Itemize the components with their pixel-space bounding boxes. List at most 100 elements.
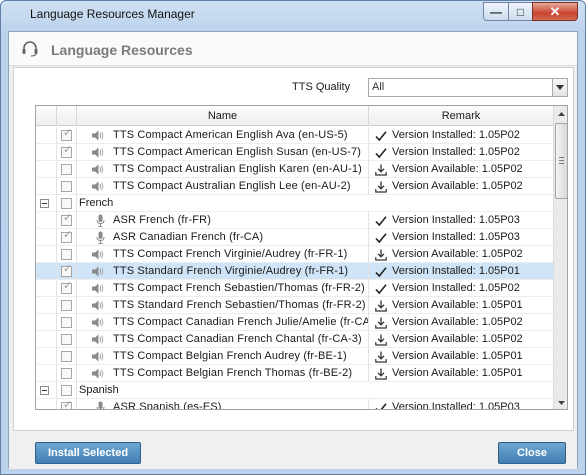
row-checkbox[interactable]: ✓ — [61, 230, 72, 243]
resource-name: TTS Compact French Virginie/Audrey (fr-F… — [113, 248, 348, 260]
row-checkbox[interactable] — [61, 181, 72, 192]
table-row[interactable]: TTS Compact Canadian French Chantal (fr-… — [36, 331, 553, 348]
checkbox-cell[interactable]: ✓ — [57, 263, 77, 280]
table-row[interactable]: TTS Compact Australian English Lee (en-A… — [36, 178, 553, 195]
minimize-button[interactable]: — — [483, 2, 509, 21]
row-checkbox[interactable]: ✓ — [61, 128, 72, 141]
checkbox-cell[interactable]: ✓ — [57, 127, 77, 144]
remark-cell: Version Installed: 1.05P03 — [369, 399, 553, 409]
group-name: Spanish — [79, 384, 119, 396]
vertical-scrollbar[interactable] — [553, 106, 567, 409]
speaker-icon — [91, 367, 105, 380]
tts-quality-select[interactable]: All — [368, 78, 568, 97]
checkbox-cell[interactable]: ✓ — [57, 144, 77, 161]
name-cell: TTS Compact Australian English Karen (en… — [77, 161, 369, 178]
expander-cell[interactable] — [36, 195, 57, 212]
scroll-up-icon[interactable] — [554, 106, 567, 122]
checkbox-cell[interactable] — [57, 331, 77, 348]
table-row[interactable]: TTS Compact Canadian French Julie/Amelie… — [36, 314, 553, 331]
resource-name: TTS Standard French Virginie/Audrey (fr-… — [113, 265, 349, 277]
speaker-icon — [91, 316, 105, 329]
checkbox-cell[interactable]: ✓ — [57, 229, 77, 246]
checkbox-cell[interactable]: ✓ — [57, 399, 77, 410]
remark-text: Version Available: 1.05P02 — [392, 333, 523, 345]
row-checkbox[interactable] — [61, 351, 72, 362]
row-checkbox[interactable]: ✓ — [61, 213, 72, 226]
checkbox-cell[interactable] — [57, 195, 77, 212]
close-button[interactable]: Close — [498, 442, 566, 464]
remark-text: Version Available: 1.05P01 — [392, 350, 523, 362]
row-checkbox[interactable] — [61, 334, 72, 345]
download-icon — [375, 300, 387, 312]
checkbox-cell[interactable] — [57, 161, 77, 178]
table-row[interactable]: TTS Compact Australian English Karen (en… — [36, 161, 553, 178]
row-checkbox[interactable] — [61, 164, 72, 175]
scrollbar-thumb[interactable] — [555, 123, 567, 199]
table-row[interactable]: TTS Compact French Virginie/Audrey (fr-F… — [36, 246, 553, 263]
tts-quality-label: TTS Quality — [292, 81, 351, 93]
install-selected-button[interactable]: Install Selected — [35, 442, 141, 464]
row-checkbox[interactable]: ✓ — [61, 264, 72, 277]
scroll-down-icon[interactable] — [554, 395, 567, 409]
checkbox-cell[interactable] — [57, 365, 77, 382]
row-checkbox[interactable] — [61, 300, 72, 311]
speaker-icon — [91, 180, 105, 193]
checkbox-cell[interactable] — [57, 297, 77, 314]
checkbox-cell[interactable] — [57, 382, 77, 399]
expander-cell — [36, 144, 57, 161]
table-row[interactable]: TTS Compact Belgian French Thomas (fr-BE… — [36, 365, 553, 382]
group-row[interactable]: French — [36, 195, 553, 212]
download-icon — [375, 368, 387, 380]
checkmark-icon: ✓ — [63, 399, 73, 410]
title-bar[interactable]: Language Resources Manager — □ ✕ — [1, 1, 585, 29]
remark-column-header[interactable]: Remark — [369, 106, 553, 126]
table-row[interactable]: ✓ TTS Standard French Virginie/Audrey (fr… — [36, 263, 553, 280]
microphone-icon — [94, 401, 108, 409]
group-name-cell: Spanish — [77, 382, 553, 399]
checkbox-cell[interactable] — [57, 314, 77, 331]
checkbox-cell[interactable]: ✓ — [57, 280, 77, 297]
row-checkbox[interactable] — [61, 249, 72, 260]
table-row[interactable]: ✓ TTS Compact American English Susan (en-… — [36, 144, 553, 161]
download-icon — [375, 351, 387, 363]
checkbox-cell[interactable] — [57, 246, 77, 263]
group-checkbox[interactable] — [61, 198, 72, 209]
table-row[interactable]: ✓ TTS Compact American English Ava (en-US… — [36, 127, 553, 144]
collapse-icon[interactable] — [40, 386, 49, 395]
name-column-header[interactable]: Name — [77, 106, 369, 126]
remark-text: Version Installed: 1.05P02 — [392, 282, 520, 294]
resource-name: TTS Compact American English Ava (en-US-… — [113, 129, 348, 141]
checkbox-cell[interactable]: ✓ — [57, 212, 77, 229]
remark-text: Version Available: 1.05P01 — [392, 367, 523, 379]
resource-name: TTS Compact French Sebastien/Thomas (fr-… — [113, 282, 365, 294]
expander-cell — [36, 127, 57, 144]
table-row[interactable]: TTS Standard French Sebastien/Thomas (fr… — [36, 297, 553, 314]
installed-check-icon — [375, 232, 387, 244]
row-checkbox[interactable]: ✓ — [61, 281, 72, 294]
table-row[interactable]: ✓ ASR Spanish (es-ES) Version Installed: 1… — [36, 399, 553, 410]
name-cell: TTS Compact French Virginie/Audrey (fr-F… — [77, 246, 369, 263]
remark-cell: Version Available: 1.05P01 — [369, 297, 553, 314]
checkbox-cell[interactable] — [57, 348, 77, 365]
table-row[interactable]: ✓ ASR Canadian French (fr-CA) Version Inst… — [36, 229, 553, 246]
checkbox-cell[interactable] — [57, 178, 77, 195]
group-checkbox[interactable] — [61, 385, 72, 396]
resource-name: TTS Compact Australian English Karen (en… — [113, 163, 362, 175]
speaker-icon — [91, 146, 105, 159]
expander-column-header — [36, 106, 57, 126]
collapse-icon[interactable] — [40, 199, 49, 208]
table-row[interactable]: TTS Compact Belgian French Audrey (fr-BE… — [36, 348, 553, 365]
row-checkbox[interactable] — [61, 368, 72, 379]
group-row[interactable]: Spanish — [36, 382, 553, 399]
expander-cell[interactable] — [36, 382, 57, 399]
dropdown-arrow-icon[interactable] — [552, 79, 567, 96]
remark-cell: Version Available: 1.05P02 — [369, 161, 553, 178]
table-row[interactable]: ✓ TTS Compact French Sebastien/Thomas (fr… — [36, 280, 553, 297]
row-checkbox[interactable]: ✓ — [61, 145, 72, 158]
window-close-button[interactable]: ✕ — [532, 2, 578, 21]
row-checkbox[interactable]: ✓ — [61, 399, 73, 410]
table-row[interactable]: ✓ ASR French (fr-FR) Version Installed: 1.… — [36, 212, 553, 229]
maximize-button[interactable]: □ — [508, 2, 533, 21]
row-checkbox[interactable] — [61, 317, 72, 328]
installed-check-icon — [375, 130, 387, 142]
